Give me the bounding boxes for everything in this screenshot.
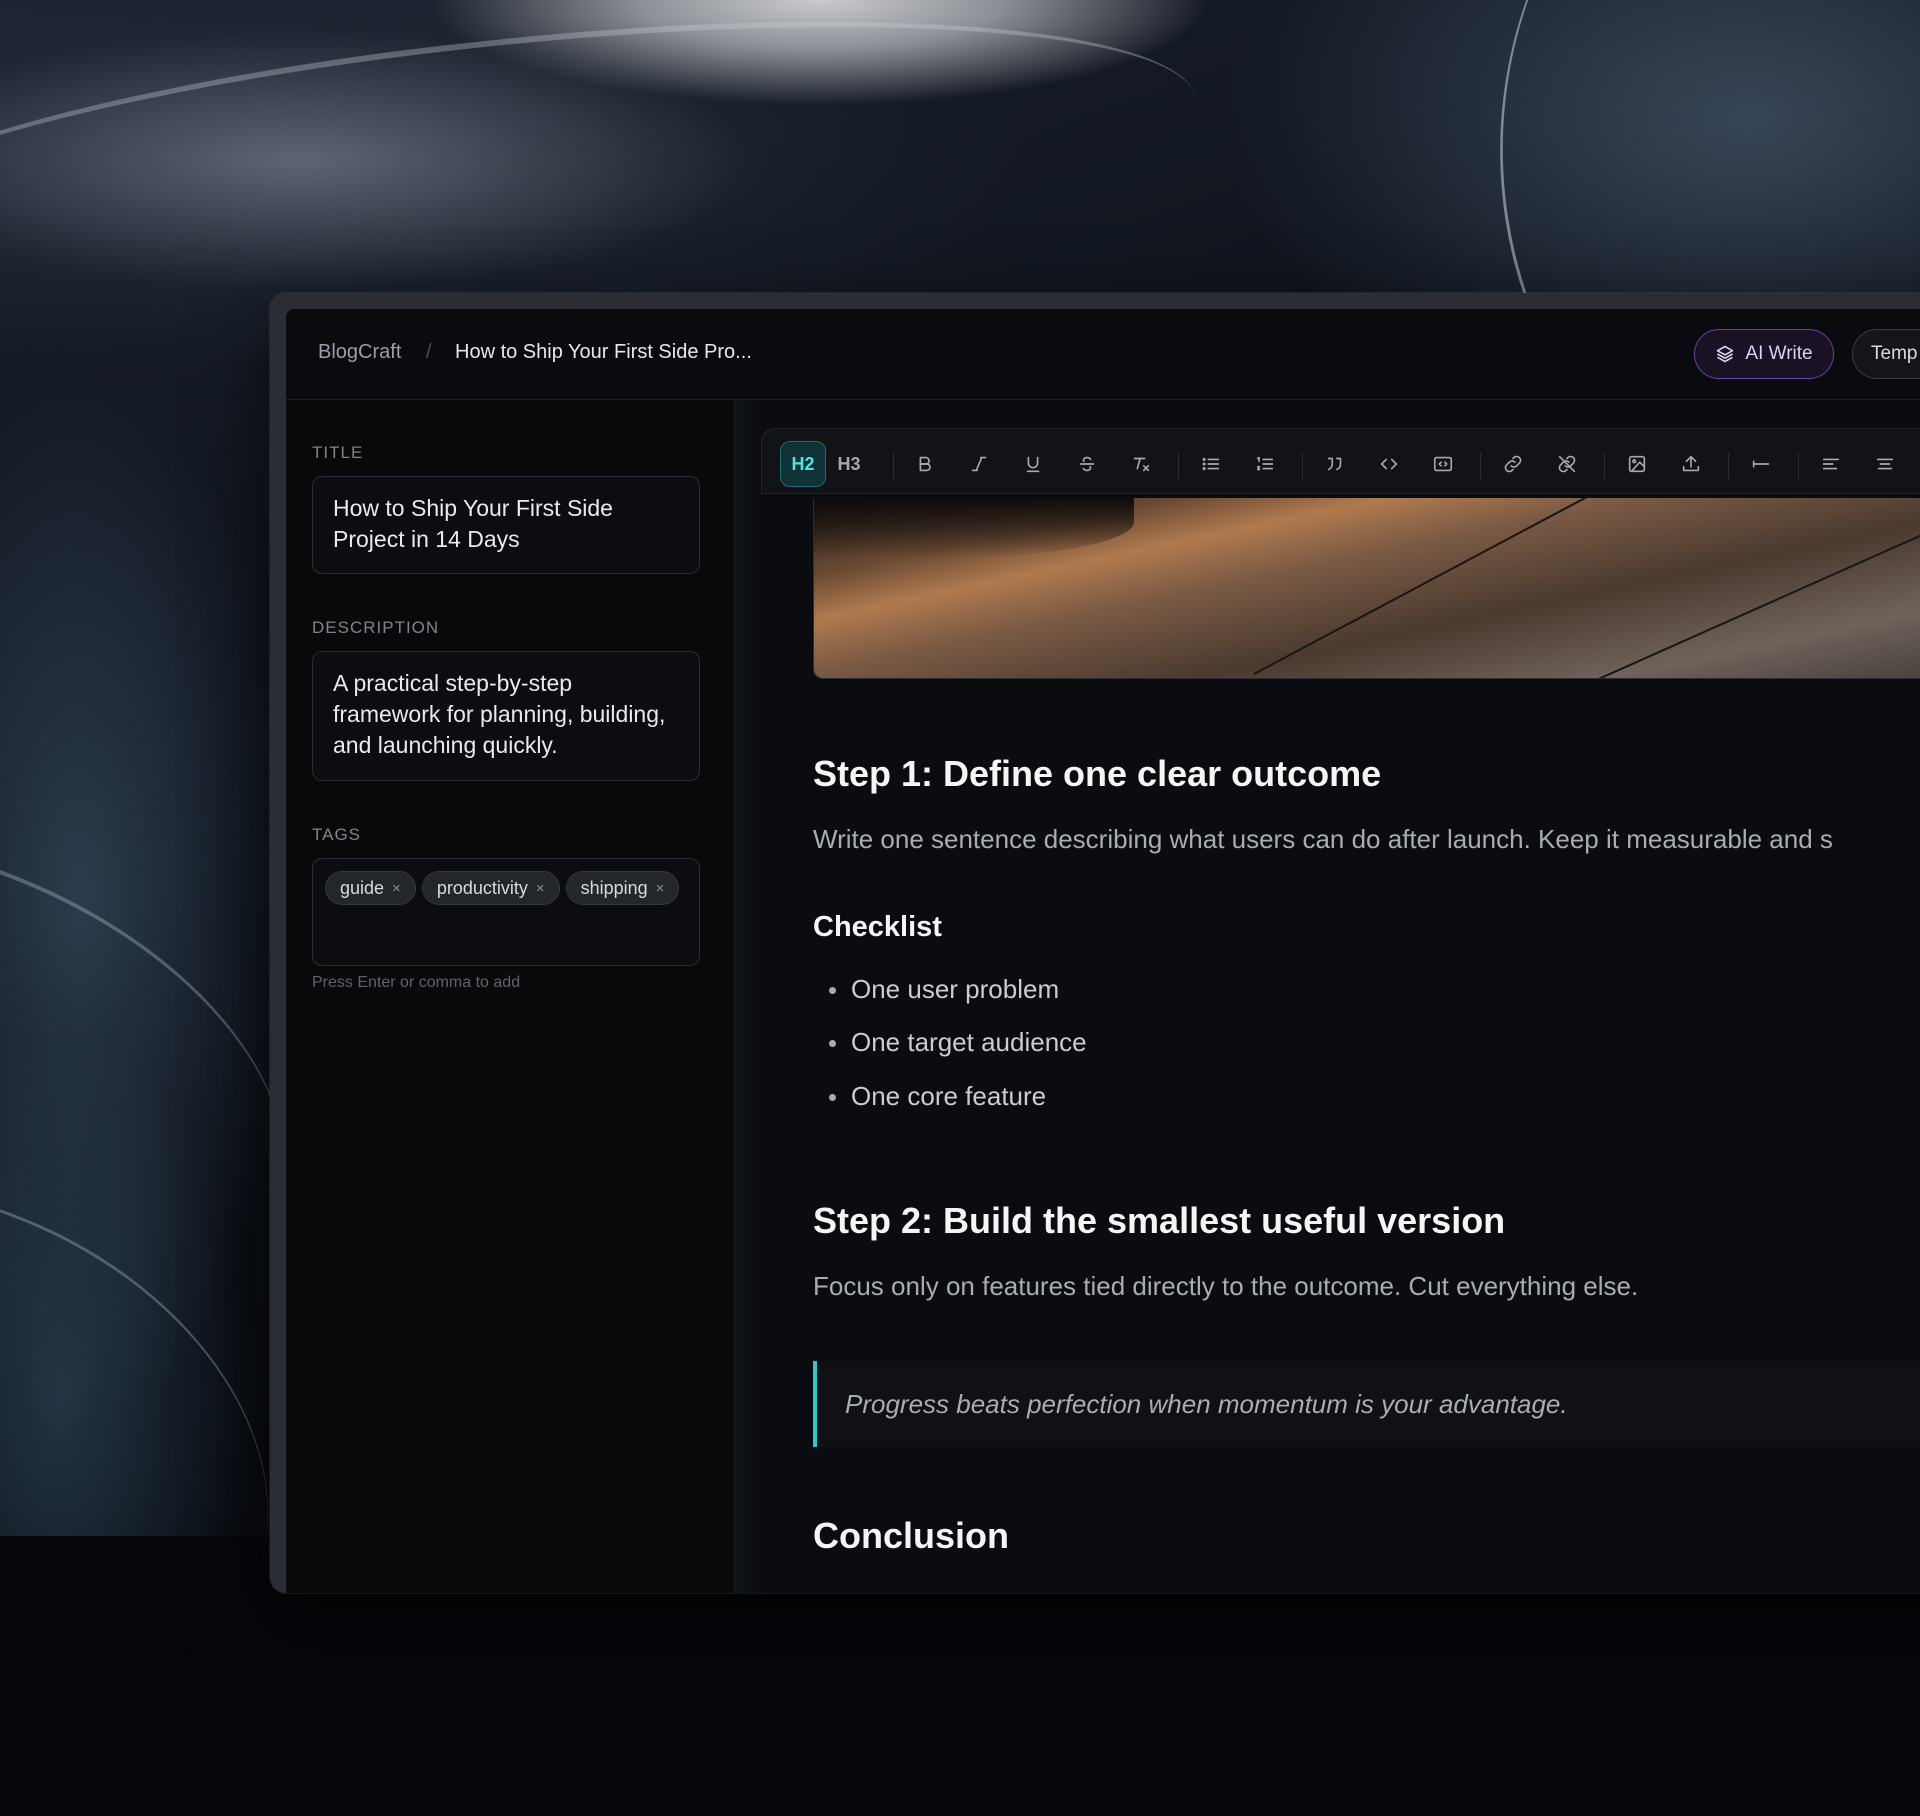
- strikethrough-icon[interactable]: [1064, 441, 1110, 487]
- app-window: BlogCraft / How to Ship Your First Side …: [270, 293, 1920, 1593]
- toolbar-divider: [1178, 453, 1179, 479]
- breadcrumb-separator: /: [426, 341, 432, 363]
- ai-write-button[interactable]: AI Write: [1694, 329, 1834, 379]
- checklist-heading: Checklist: [813, 911, 942, 943]
- tag-remove-icon[interactable]: ×: [392, 873, 401, 904]
- cover-image: [813, 498, 1920, 679]
- tag-remove-icon[interactable]: ×: [656, 873, 665, 904]
- tag-remove-icon[interactable]: ×: [536, 873, 545, 904]
- toolbar-divider: [1604, 453, 1605, 479]
- blockquote: Progress beats perfection when momentum …: [813, 1361, 1920, 1447]
- link-icon[interactable]: [1490, 441, 1536, 487]
- horizontal-rule-icon[interactable]: [1738, 441, 1784, 487]
- heading3-button[interactable]: H3: [826, 441, 872, 487]
- tag-chip: guide ×: [325, 871, 416, 905]
- templates-button[interactable]: Temp: [1852, 329, 1920, 379]
- align-left-icon[interactable]: [1808, 441, 1854, 487]
- align-center-icon[interactable]: [1862, 441, 1908, 487]
- layers-icon: [1717, 345, 1734, 363]
- step1-paragraph: Write one sentence describing what users…: [813, 824, 1833, 854]
- image-icon[interactable]: [1614, 441, 1660, 487]
- underline-icon[interactable]: [1010, 441, 1056, 487]
- toolbar-divider: [1728, 453, 1729, 479]
- breadcrumb-page: How to Ship Your First Side Pro...: [455, 341, 752, 363]
- ai-write-label: AI Write: [1745, 343, 1813, 364]
- step1-heading: Step 1: Define one clear outcome: [813, 753, 1382, 794]
- top-bar: BlogCraft / How to Ship Your First Side …: [286, 309, 1920, 400]
- description-textarea[interactable]: A practical step-by-step framework for p…: [312, 651, 700, 781]
- toolbar-divider: [1302, 453, 1303, 479]
- bullet-list-icon[interactable]: [1188, 441, 1234, 487]
- app-screen: BlogCraft / How to Ship Your First Side …: [286, 309, 1920, 1593]
- tags-label: TAGS: [312, 825, 362, 844]
- upload-icon[interactable]: [1668, 441, 1714, 487]
- conclusion-heading: Conclusion: [813, 1515, 1009, 1556]
- clear-format-icon[interactable]: [1118, 441, 1164, 487]
- title-label: TITLE: [312, 443, 364, 462]
- tags-hint: Press Enter or comma to add: [312, 974, 521, 991]
- list-item: One target audience: [829, 1027, 1087, 1057]
- tag-label: guide: [340, 877, 385, 898]
- tag-label: shipping: [580, 877, 648, 898]
- bold-icon[interactable]: [902, 441, 948, 487]
- editor-content[interactable]: Step 1: Define one clear outcome Write o…: [761, 498, 1920, 1593]
- unlink-icon[interactable]: [1544, 441, 1590, 487]
- toolbar-divider: [893, 453, 894, 479]
- tag-chip: productivity ×: [421, 871, 560, 905]
- editor-edge: [735, 400, 763, 1593]
- heading2-button[interactable]: H2: [780, 441, 826, 487]
- step2-heading: Step 2: Build the smallest useful versio…: [813, 1200, 1506, 1241]
- breadcrumb-app[interactable]: BlogCraft: [318, 341, 401, 364]
- blockquote-text: Progress beats perfection when momentum …: [845, 1388, 1568, 1419]
- tags-input[interactable]: guide × productivity × shipping ×: [312, 858, 700, 966]
- inline-code-icon[interactable]: [1366, 441, 1412, 487]
- toolbar-divider: [1480, 453, 1481, 479]
- format-toolbar: H2 H3: [761, 428, 1920, 494]
- numbered-list-icon[interactable]: [1242, 441, 1288, 487]
- description-label: DESCRIPTION: [312, 618, 440, 637]
- step2-paragraph: Focus only on features tied directly to …: [813, 1271, 1639, 1301]
- templates-label: Temp: [1871, 343, 1918, 364]
- tag-label: productivity: [436, 877, 528, 898]
- blockquote-icon[interactable]: [1312, 441, 1358, 487]
- code-block-icon[interactable]: [1420, 441, 1466, 487]
- cover-image-line: [1253, 498, 1590, 675]
- list-item: One user problem: [828, 974, 1060, 1004]
- cover-image-shadow: [814, 498, 1134, 558]
- metadata-sidebar: TITLE How to Ship Your First Side Projec…: [286, 400, 735, 1593]
- italic-icon[interactable]: [956, 441, 1002, 487]
- cover-image-line: [1593, 509, 1920, 678]
- toolbar-divider: [1798, 453, 1799, 479]
- tag-chip: shipping ×: [565, 871, 680, 905]
- editor-area: H2 H3 Step 1: Define one clear outcome W…: [735, 400, 1920, 1593]
- list-item: One core feature: [828, 1081, 1047, 1111]
- title-input[interactable]: How to Ship Your First Side Project in 1…: [312, 476, 700, 574]
